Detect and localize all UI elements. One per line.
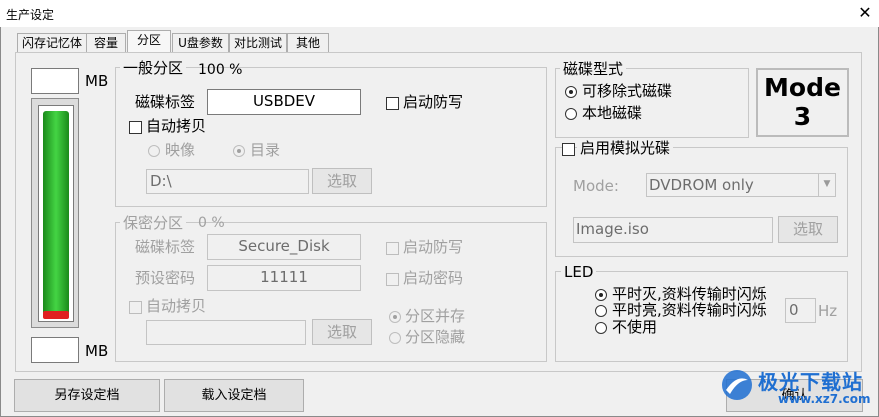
mode-badge-title: Mode: [764, 73, 841, 102]
led-option-on-blink-radio[interactable]: [595, 305, 607, 317]
led-hz-unit: Hz: [818, 302, 838, 320]
general-directory-label: 目录: [250, 141, 281, 159]
preset-password-caption: 预设密码: [135, 269, 196, 287]
watermark-url: www.xz7.com: [778, 392, 871, 406]
led-option-disabled-label: 不使用: [612, 318, 658, 336]
watermark: 极光下载站 www.xz7.com: [718, 362, 871, 414]
mode-badge: Mode 3: [756, 68, 849, 137]
local-disk-radio[interactable]: [565, 108, 577, 120]
secure-auto-copy-label: 自动拷贝: [146, 297, 207, 315]
general-image-label: 映像: [165, 141, 196, 159]
partition-coexist-radio[interactable]: [389, 311, 401, 323]
general-partition-percent: 100 %: [198, 62, 243, 78]
cdrom-enable-checkbox[interactable]: [562, 143, 575, 156]
disk-type-group: [555, 68, 749, 138]
watermark-logo-icon: [722, 370, 752, 400]
general-disk-label-caption: 磁碟标签: [135, 93, 196, 111]
general-select-button[interactable]: 选取: [312, 168, 372, 194]
capacity-top-field[interactable]: [31, 68, 79, 94]
partition-hidden-label: 分区隐藏: [405, 328, 466, 346]
close-icon[interactable]: ✕: [855, 3, 875, 23]
led-option-disabled-radio[interactable]: [595, 322, 607, 334]
title-bar: 生产设定 ✕: [0, 0, 879, 27]
general-write-protect-label: 启动防写: [403, 93, 464, 111]
cdrom-image-field[interactable]: Image.iso: [573, 217, 773, 243]
removable-disk-label: 可移除式磁碟: [582, 82, 673, 100]
capacity-bottom-field[interactable]: [31, 337, 79, 363]
secure-select-button[interactable]: 选取: [312, 319, 372, 345]
tab-flash-memory[interactable]: 闪存记忆体: [17, 33, 87, 53]
save-as-button[interactable]: 另存设定档: [14, 379, 160, 412]
secure-disk-label-caption: 磁碟标签: [135, 238, 196, 256]
tab-partition[interactable]: 分区: [127, 30, 171, 54]
secure-path-field[interactable]: [146, 320, 306, 345]
led-title: LED: [561, 264, 597, 280]
load-settings-button[interactable]: 载入设定档: [164, 379, 304, 412]
watermark-brand: 极光下载站: [758, 370, 863, 394]
enable-password-checkbox[interactable]: [386, 273, 399, 286]
secure-write-protect-checkbox[interactable]: [386, 242, 399, 255]
capacity-bottom-unit: MB: [85, 342, 109, 360]
secure-write-protect-label: 启动防写: [403, 238, 464, 256]
led-hz-field[interactable]: 0: [785, 298, 816, 323]
general-auto-copy-checkbox[interactable]: [129, 121, 142, 134]
cdrom-enable-label: 启用模拟光碟: [577, 140, 674, 156]
general-disk-label-field[interactable]: USBDEV: [207, 89, 361, 115]
general-image-radio[interactable]: [148, 145, 160, 157]
general-write-protect-checkbox[interactable]: [386, 97, 399, 110]
cdrom-select-button[interactable]: 选取: [778, 216, 838, 243]
partition-hidden-radio[interactable]: [389, 332, 401, 344]
tab-capacity[interactable]: 容量: [86, 33, 126, 53]
mode-badge-number: 3: [793, 102, 812, 131]
enable-password-label: 启动密码: [403, 269, 464, 287]
capacity-top-unit: MB: [85, 72, 109, 90]
gauge-green-bar: [43, 111, 69, 317]
secure-auto-copy-checkbox[interactable]: [129, 301, 142, 314]
disk-type-title: 磁碟型式: [560, 61, 627, 77]
led-option-on-blink-label: 平时亮,资料传输时闪烁: [612, 301, 767, 319]
window-title: 生产设定: [6, 8, 55, 22]
led-option-off-blink-radio[interactable]: [595, 289, 607, 301]
tab-comparison-test[interactable]: 对比测试: [229, 33, 287, 53]
general-directory-radio[interactable]: [233, 145, 245, 157]
secure-disk-label-field[interactable]: Secure_Disk: [207, 234, 361, 260]
chevron-down-icon: ▼: [818, 174, 835, 196]
general-auto-copy-label: 自动拷贝: [146, 117, 207, 135]
preset-password-field[interactable]: 11111: [207, 265, 361, 291]
tab-usb-params[interactable]: U盘参数: [172, 33, 229, 53]
local-disk-label: 本地磁碟: [582, 104, 643, 122]
gauge-red-bar: [43, 311, 69, 319]
partition-coexist-label: 分区并存: [405, 307, 466, 325]
general-partition-title: 一般分区: [120, 60, 187, 76]
secure-partition-title: 保密分区: [120, 215, 187, 231]
cdrom-mode-caption: Mode:: [573, 177, 619, 195]
secure-partition-percent: 0 %: [198, 215, 225, 231]
capacity-gauge: [31, 98, 79, 328]
tab-other[interactable]: 其他: [287, 33, 329, 53]
cdrom-mode-select[interactable]: DVDROM only ▼: [646, 173, 836, 197]
general-path-field[interactable]: D:\: [146, 169, 309, 194]
cdrom-mode-value: DVDROM only: [649, 176, 754, 194]
removable-disk-radio[interactable]: [565, 86, 577, 98]
